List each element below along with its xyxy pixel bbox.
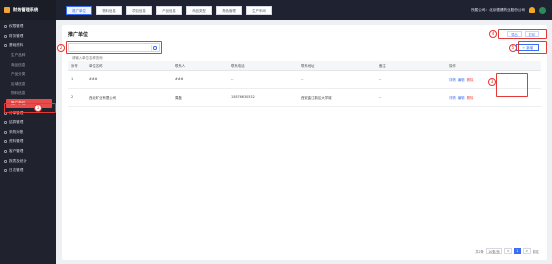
total-count: 共2条 bbox=[475, 249, 484, 254]
sidebar-item-region-info[interactable]: 区域信息 bbox=[0, 80, 56, 90]
sidebar-item-purchase-reconcile[interactable]: 采购对账 bbox=[0, 128, 56, 138]
next-page-button[interactable]: > bbox=[522, 248, 531, 254]
tab-promotion-unit[interactable]: 推广单位 bbox=[66, 5, 92, 15]
cell-address: -- bbox=[298, 70, 376, 89]
col-index: 序号 bbox=[68, 61, 86, 71]
table-header-row: 序号 单位名称 联系人 联系电话 联系地址 备注 操作 bbox=[68, 61, 541, 71]
highlight-box bbox=[66, 41, 162, 54]
sidebar: 财务管理系统 权限管理 财务管理 基础资料 生产品种 商品信息 产品分类 区域信… bbox=[0, 0, 56, 264]
sidebar-item-settlement[interactable]: 结算管理 bbox=[0, 118, 56, 128]
bell-icon[interactable] bbox=[529, 7, 535, 13]
sidebar-item-finance[interactable]: 财务管理 bbox=[0, 32, 56, 42]
cell-phone: 15876630532 bbox=[228, 88, 298, 107]
menu-icon bbox=[4, 140, 7, 144]
table-row: 1 ### ### -- -- -- 详情 编辑 删除 bbox=[68, 70, 541, 89]
brand: 财务管理系统 bbox=[0, 0, 56, 20]
data-table: 序号 单位名称 联系人 联系电话 联系地址 备注 操作 1 ### ### --… bbox=[68, 61, 541, 107]
cell-contact: ### bbox=[172, 70, 228, 89]
content-card: 推广单位 导出 打印 + 新增 序号 单位名称 联系人 联系电话 联系地址 备注… bbox=[62, 25, 547, 260]
highlight-box bbox=[496, 73, 528, 97]
page-number[interactable]: 1 bbox=[513, 248, 521, 254]
goto-label: 前往 bbox=[532, 249, 539, 254]
company-label: 所属公司：北京德健药业股份公司 bbox=[471, 7, 525, 12]
cell-index: 1 bbox=[68, 70, 86, 89]
menu-icon bbox=[4, 25, 7, 29]
col-operation: 操作 bbox=[446, 61, 541, 71]
tab-workshop[interactable]: 生产车间 bbox=[246, 5, 272, 15]
cell-unit-name: 西北矿业有限公司 bbox=[86, 88, 172, 107]
tab-material-info[interactable]: 物料信息 bbox=[96, 5, 122, 15]
menu-icon bbox=[4, 159, 7, 163]
sidebar-item-logs[interactable]: 日志管理 bbox=[0, 166, 56, 176]
tab-project-info[interactable]: 项目信息 bbox=[126, 5, 152, 15]
delete-link[interactable]: 删除 bbox=[467, 78, 474, 82]
detail-link[interactable]: 详情 bbox=[449, 78, 456, 82]
tab-bar: 推广单位 物料信息 项目信息 产品信息 商品类型 角色管理 生产车间 bbox=[56, 5, 272, 15]
menu-icon bbox=[4, 150, 7, 154]
tab-product-info[interactable]: 产品信息 bbox=[156, 5, 182, 15]
prev-page-button[interactable]: < bbox=[504, 248, 512, 254]
highlight-box bbox=[518, 41, 547, 54]
annotation-badge: 3 bbox=[488, 78, 496, 86]
sidebar-item-documents[interactable]: 资料管理 bbox=[0, 137, 56, 147]
tab-role-management[interactable]: 角色管理 bbox=[216, 5, 242, 15]
menu-icon bbox=[4, 44, 7, 48]
edit-link[interactable]: 编辑 bbox=[458, 96, 465, 100]
avatar[interactable] bbox=[539, 6, 546, 14]
pagination: 共2条 10条/页 < 1 > 前往 bbox=[475, 248, 539, 254]
cell-contact: 周磊 bbox=[172, 88, 228, 107]
edit-link[interactable]: 编辑 bbox=[458, 78, 465, 82]
sidebar-item-basic-data[interactable]: 基础资料 bbox=[0, 41, 56, 51]
delete-link[interactable]: 删除 bbox=[467, 96, 474, 100]
menu-icon bbox=[4, 121, 7, 125]
annotation-badge: 4 bbox=[489, 30, 497, 38]
annotation-badge: 2 bbox=[57, 44, 65, 52]
col-remark: 备注 bbox=[376, 61, 446, 71]
sidebar-item-product-category[interactable]: 产品分类 bbox=[0, 70, 56, 80]
highlight-box bbox=[498, 29, 547, 39]
highlight-box bbox=[4, 103, 56, 113]
col-phone: 联系电话 bbox=[228, 61, 298, 71]
cell-phone: -- bbox=[228, 70, 298, 89]
cell-address: 西安曲江新区大学城 bbox=[298, 88, 376, 107]
col-unit-name: 单位名称 bbox=[86, 61, 172, 71]
sidebar-item-material-info[interactable]: 物料信息 bbox=[0, 89, 56, 99]
menu-icon bbox=[4, 169, 7, 173]
cell-remark: -- bbox=[376, 88, 446, 107]
sidebar-item-goods-info[interactable]: 商品信息 bbox=[0, 60, 56, 70]
page-title: 推广单位 bbox=[68, 32, 89, 38]
topbar: 推广单位 物料信息 项目信息 产品信息 商品类型 角色管理 生产车间 所属公司：… bbox=[56, 0, 552, 20]
user-area: 所属公司：北京德健药业股份公司 bbox=[471, 0, 546, 20]
sidebar-item-customers[interactable]: 客户管理 bbox=[0, 147, 56, 157]
cell-index: 2 bbox=[68, 88, 86, 107]
table-row: 2 西北矿业有限公司 周磊 15876630532 西安曲江新区大学城 -- 详… bbox=[68, 88, 541, 107]
detail-link[interactable]: 详情 bbox=[449, 96, 456, 100]
tab-goods-type[interactable]: 商品类型 bbox=[186, 5, 212, 15]
annotation-badge: 5 bbox=[509, 44, 517, 52]
annotation-badge: 1 bbox=[34, 104, 42, 112]
sidebar-item-production-variety[interactable]: 生产品种 bbox=[0, 51, 56, 61]
col-address: 联系地址 bbox=[298, 61, 376, 71]
logo-icon bbox=[4, 7, 10, 13]
cell-unit-name: ### bbox=[86, 70, 172, 89]
menu-icon bbox=[4, 130, 7, 134]
page-size-select[interactable]: 10条/页 bbox=[485, 248, 503, 254]
sidebar-item-reports[interactable]: 报表及统计 bbox=[0, 156, 56, 166]
sidebar-nav: 权限管理 财务管理 基础资料 生产品种 商品信息 产品分类 区域信息 物料信息 … bbox=[0, 20, 56, 176]
menu-icon bbox=[4, 34, 7, 38]
sidebar-item-permissions[interactable]: 权限管理 bbox=[0, 22, 56, 32]
app-title: 财务管理系统 bbox=[13, 7, 39, 12]
cell-remark: -- bbox=[376, 70, 446, 89]
col-contact: 联系人 bbox=[172, 61, 228, 71]
